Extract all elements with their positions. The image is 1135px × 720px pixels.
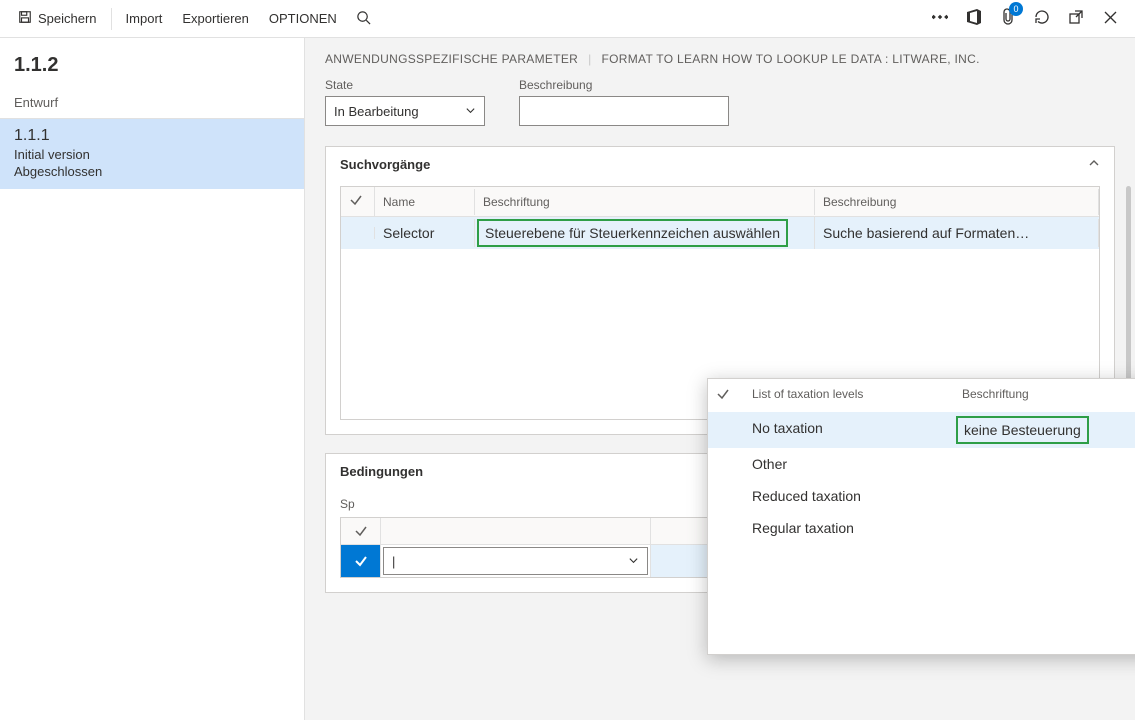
refresh-button[interactable]: [1025, 0, 1059, 38]
taxation-level-dropdown: List of taxation levels Beschriftung No …: [707, 378, 1135, 655]
search-icon: [356, 10, 371, 28]
sidebar-status: Entwurf: [14, 95, 290, 110]
toolbar: Speichern Import Exportieren OPTIONEN 0: [0, 0, 1135, 38]
dropdown-item-level: No taxation: [744, 418, 954, 442]
sidebar-item-line2: Abgeschlossen: [14, 164, 290, 179]
import-label: Import: [126, 11, 163, 26]
import-button[interactable]: Import: [116, 0, 173, 37]
connect-icon-button[interactable]: [923, 0, 957, 38]
dropdown-item-caption: [954, 518, 1135, 538]
highlighted-dropdown-caption: keine Besteuerung: [956, 416, 1089, 444]
save-icon: [18, 10, 32, 27]
check-column-header: [341, 518, 381, 544]
lookup-grid-header: Name Beschriftung Beschreibung: [341, 187, 1099, 217]
connect-icon: [932, 11, 948, 26]
cell-lookup-name: Selector: [375, 219, 475, 247]
toolbar-divider: [111, 8, 112, 30]
options-label: OPTIONEN: [269, 11, 337, 26]
cell-lookup-desc: Suche basierend auf Formaten…: [815, 219, 1099, 247]
dropdown-item-level: Regular taxation: [744, 518, 954, 538]
lookup-panel-title: Suchvorgänge: [340, 157, 430, 172]
col-desc[interactable]: Beschreibung: [815, 189, 1099, 215]
sidebar-item-version[interactable]: 1.1.1 Initial version Abgeschlossen: [0, 118, 304, 189]
export-label: Exportieren: [182, 11, 248, 26]
lookup-grid-row[interactable]: Selector Steuerebene für Steuerkennzeich…: [341, 217, 1099, 249]
check-column-header: [341, 187, 375, 216]
state-value: In Bearbeitung: [334, 104, 419, 119]
save-button[interactable]: Speichern: [8, 0, 107, 37]
lookup-panel-header[interactable]: Suchvorgänge: [326, 147, 1114, 182]
dropdown-item-regular-taxation[interactable]: Regular taxation: [708, 512, 1135, 544]
dropdown-header: List of taxation levels Beschriftung: [708, 379, 1135, 412]
search-button[interactable]: [347, 0, 381, 38]
chevron-down-icon: [465, 104, 476, 119]
notification-button[interactable]: 0: [991, 0, 1025, 38]
main-content: Anwendungsspezifische Parameter | Format…: [305, 38, 1135, 720]
popout-icon: [1069, 10, 1083, 27]
close-button[interactable]: [1093, 0, 1127, 38]
sidebar-item-line1: Initial version: [14, 147, 290, 162]
dropdown-item-reduced-taxation[interactable]: Reduced taxation: [708, 480, 1135, 512]
popout-button[interactable]: [1059, 0, 1093, 38]
options-button[interactable]: OPTIONEN: [259, 0, 347, 37]
save-label: Speichern: [38, 11, 97, 26]
highlighted-lookup-caption: Steuerebene für Steuerkennzeichen auswäh…: [477, 219, 788, 247]
refresh-icon: [1034, 9, 1050, 28]
breadcrumb-part2: Format to learn how to lookup LE data : …: [602, 52, 980, 66]
state-field-label: State: [325, 78, 485, 92]
description-field-label: Beschreibung: [519, 78, 729, 92]
office-icon: [967, 9, 981, 28]
cell-lookup-caption: Steuerebene für Steuerkennzeichen auswäh…: [485, 225, 780, 241]
dropdown-col-level[interactable]: List of taxation levels: [744, 385, 954, 406]
col-caption[interactable]: Beschriftung: [475, 189, 815, 215]
sidebar-item-version-number: 1.1.1: [14, 127, 290, 145]
conditions-panel-title: Bedingungen: [340, 464, 423, 479]
office-icon-button[interactable]: [957, 0, 991, 38]
breadcrumb: Anwendungsspezifische Parameter | Format…: [325, 52, 1115, 66]
dropdown-item-other[interactable]: Other: [708, 448, 1135, 480]
export-button[interactable]: Exportieren: [172, 0, 258, 37]
dropdown-item-caption: keine Besteuerung: [964, 422, 1081, 438]
description-input[interactable]: [519, 96, 729, 126]
row-selected-indicator[interactable]: [341, 545, 381, 577]
sidebar-version-title: 1.1.2: [14, 54, 290, 77]
notification-count: 0: [1009, 2, 1023, 16]
col-name[interactable]: Name: [375, 189, 475, 215]
dropdown-item-level: Other: [744, 454, 954, 474]
check-column-header: [708, 385, 744, 406]
chevron-down-icon: [628, 554, 639, 569]
chevron-up-icon: [1088, 157, 1100, 172]
dropdown-item-no-taxation[interactable]: No taxation keine Besteuerung: [708, 412, 1135, 448]
breadcrumb-separator: |: [588, 52, 591, 66]
close-icon: [1104, 11, 1117, 27]
dropdown-item-caption: [954, 454, 1135, 474]
dropdown-col-caption[interactable]: Beschriftung: [954, 385, 1135, 406]
state-select[interactable]: In Bearbeitung: [325, 96, 485, 126]
dropdown-item-level: Reduced taxation: [744, 486, 954, 506]
sidebar: 1.1.2 Entwurf 1.1.1 Initial version Abge…: [0, 38, 305, 720]
dropdown-item-caption: [954, 486, 1135, 506]
lookup-result-input[interactable]: |: [383, 547, 648, 575]
breadcrumb-part1: Anwendungsspezifische Parameter: [325, 52, 578, 66]
